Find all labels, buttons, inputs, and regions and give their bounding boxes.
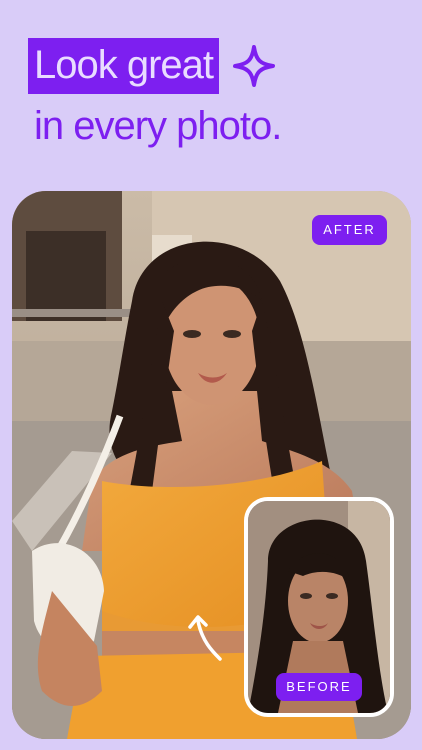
headline-highlight: Look great <box>28 38 220 94</box>
after-badge: AFTER <box>312 215 387 245</box>
headline: Look great in every photo. <box>28 38 282 150</box>
curved-arrow-icon <box>188 615 222 661</box>
headline-line2: in every photo. <box>34 104 282 148</box>
before-badge: BEFORE <box>276 673 362 701</box>
sparkle-icon <box>233 45 276 87</box>
after-photo: AFTER BEFORE <box>12 191 411 739</box>
before-photo: BEFORE <box>244 497 394 717</box>
